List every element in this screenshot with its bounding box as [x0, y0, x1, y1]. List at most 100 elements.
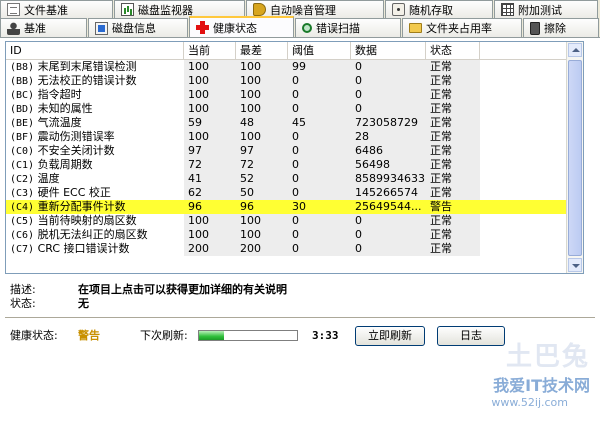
table-row[interactable]: (BB) 无法校正的错误计数 100 100 0 0 正常 — [6, 74, 583, 88]
refresh-progress-fill — [199, 331, 224, 340]
cell-id: (C7) CRC 接口错误计数 — [6, 242, 184, 256]
attribute-code: (C2) — [10, 174, 35, 185]
table-row[interactable]: (C2) 温度 41 52 0 8589934633 正常 — [6, 172, 583, 186]
attribute-code: (BD) — [10, 104, 35, 115]
tab-benchmark[interactable]: 基准 — [0, 18, 87, 37]
tab-label: 附加测试 — [518, 3, 562, 17]
cell-data: 0 — [351, 214, 426, 228]
cell-current: 100 — [184, 88, 236, 102]
attribute-code: (C1) — [10, 160, 35, 171]
attribute-name: 重新分配事件计数 — [37, 200, 126, 213]
attribute-status-label: 状态: — [10, 297, 36, 310]
table-row[interactable]: (C5) 当前待映射的扇区数 100 100 0 0 正常 — [6, 214, 583, 228]
table-row[interactable]: (C0) 不安全关闭计数 97 97 0 6486 正常 — [6, 144, 583, 158]
cell-worst: 100 — [236, 60, 288, 74]
attribute-code: (BF) — [10, 132, 35, 143]
cell-data: 56498 — [351, 158, 426, 172]
tab-health[interactable]: 健康状态 — [189, 16, 294, 37]
attribute-code: (C3) — [10, 188, 35, 199]
health-cross-icon — [196, 21, 209, 34]
table-row[interactable]: (C1) 负载周期数 72 72 0 56498 正常 — [6, 158, 583, 172]
cell-threshold: 0 — [288, 228, 351, 242]
tab-erase[interactable]: 擦除 — [523, 18, 599, 37]
cell-threshold: 0 — [288, 144, 351, 158]
column-header-threshold[interactable]: 阈值 — [288, 42, 351, 59]
cell-status: 警告 — [426, 200, 480, 214]
table-row[interactable]: (C3) 硬件 ECC 校正 62 50 0 145266574 正常 — [6, 186, 583, 200]
cell-worst: 72 — [236, 158, 288, 172]
cell-id: (C2) 温度 — [6, 172, 184, 186]
cell-id: (C1) 负载周期数 — [6, 158, 184, 172]
cell-worst: 100 — [236, 130, 288, 144]
description-label: 描述: — [10, 283, 36, 296]
vertical-scrollbar[interactable] — [566, 42, 583, 273]
cell-threshold: 0 — [288, 242, 351, 256]
attribute-name: 负载周期数 — [37, 158, 93, 171]
cell-worst: 96 — [236, 200, 288, 214]
table-row[interactable]: (BF) 震动伤测错误率 100 100 0 28 正常 — [6, 130, 583, 144]
cell-threshold: 30 — [288, 200, 351, 214]
cell-data: 0 — [351, 88, 426, 102]
tab-error-scan[interactable]: 错误扫描 — [295, 18, 401, 37]
table-row[interactable]: (BC) 指令超时 100 100 0 0 正常 — [6, 88, 583, 102]
attribute-name: 未知的属性 — [37, 102, 93, 115]
tab-folder-usage[interactable]: 文件夹占用率 — [402, 18, 522, 37]
scrollbar-thumb[interactable] — [568, 60, 582, 256]
tab-row-bottom: 基准 磁盘信息 健康状态 错误扫描 文件夹占用率 擦除 — [0, 16, 600, 38]
cell-worst: 200 — [236, 242, 288, 256]
cell-id: (C0) 不安全关闭计数 — [6, 144, 184, 158]
attribute-code: (BE) — [10, 118, 35, 129]
cell-id: (BC) 指令超时 — [6, 88, 184, 102]
cell-status: 正常 — [426, 214, 480, 228]
tab-extra-tests[interactable]: 附加测试 — [494, 0, 598, 18]
cell-id: (BF) 震动伤测错误率 — [6, 130, 184, 144]
magnifier-icon — [302, 23, 312, 33]
cell-current: 100 — [184, 102, 236, 116]
tab-file-benchmark[interactable]: 文件基准 — [0, 0, 113, 18]
attribute-name: 指令超时 — [37, 88, 82, 101]
column-header-status[interactable]: 状态 — [426, 42, 480, 59]
cell-threshold: 99 — [288, 60, 351, 74]
cell-id: (BD) 未知的属性 — [6, 102, 184, 116]
column-header-current[interactable]: 当前 — [184, 42, 236, 59]
table-row[interactable]: (BD) 未知的属性 100 100 0 0 正常 — [6, 102, 583, 116]
cell-status: 正常 — [426, 60, 480, 74]
table-row[interactable]: (B8) 末尾到末尾错误检测 100 100 99 0 正常 — [6, 60, 583, 74]
table-row[interactable]: (C4) 重新分配事件计数 96 96 30 25649544... 警告 — [6, 200, 583, 214]
tab-label: 擦除 — [544, 22, 566, 35]
smart-attribute-table[interactable]: ID 当前 最差 阈值 数据 状态 (B8) 末尾到末尾错误检测 100 100 99… — [5, 41, 584, 274]
dice-icon — [392, 3, 405, 16]
table-row[interactable]: (C7) CRC 接口错误计数 200 200 0 0 正常 — [6, 242, 583, 256]
cell-id: (C6) 脱机无法纠正的扇区数 — [6, 228, 184, 242]
cell-id: (C3) 硬件 ECC 校正 — [6, 186, 184, 200]
column-header-id[interactable]: ID — [6, 42, 184, 59]
info-icon — [95, 21, 108, 35]
cell-threshold: 0 — [288, 88, 351, 102]
cell-id: (C5) 当前待映射的扇区数 — [6, 214, 184, 228]
scroll-down-arrow-icon[interactable] — [568, 258, 582, 272]
table-row[interactable]: (BE) 气流温度 59 48 45 723058729 正常 — [6, 116, 583, 130]
tab-disk-info[interactable]: 磁盘信息 — [88, 18, 188, 37]
cell-data: 0 — [351, 74, 426, 88]
cell-threshold: 0 — [288, 186, 351, 200]
cell-current: 200 — [184, 242, 236, 256]
tab-label: 文件夹占用率 — [426, 22, 492, 35]
cell-threshold: 45 — [288, 116, 351, 130]
table-row[interactable]: (C6) 脱机无法纠正的扇区数 100 100 0 0 正常 — [6, 228, 583, 242]
scroll-up-arrow-icon[interactable] — [568, 43, 582, 57]
cell-current: 96 — [184, 200, 236, 214]
cell-data: 0 — [351, 228, 426, 242]
cell-worst: 100 — [236, 102, 288, 116]
attribute-code: (BB) — [10, 76, 35, 87]
column-header-data[interactable]: 数据 — [351, 42, 426, 59]
attribute-code: (C0) — [10, 146, 35, 157]
app-window: 文件基准 磁盘监视器 自动噪音管理 随机存取 附加测试 基准 磁盘信息 健康状态… — [0, 0, 600, 433]
cell-worst: 48 — [236, 116, 288, 130]
cell-worst: 50 — [236, 186, 288, 200]
tab-label: 磁盘监视器 — [138, 3, 193, 17]
cell-current: 100 — [184, 60, 236, 74]
tab-random-access[interactable]: 随机存取 — [385, 0, 493, 18]
watermark-text-3: www.52ij.com — [491, 396, 568, 409]
column-header-worst[interactable]: 最差 — [236, 42, 288, 59]
attribute-name: 无法校正的错误计数 — [37, 74, 137, 87]
